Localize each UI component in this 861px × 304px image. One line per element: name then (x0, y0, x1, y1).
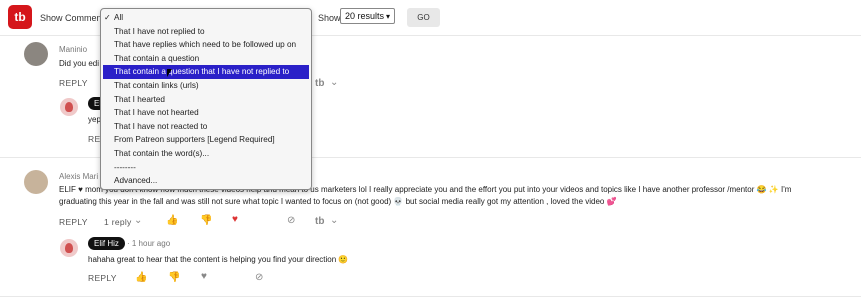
dropdown-option[interactable]: That I have not reacted to (101, 120, 311, 134)
reply-timestamp: · 1 hour ago (127, 239, 171, 248)
thumbs-up-icon[interactable]: 👍 (166, 216, 178, 226)
replies-count-button[interactable]: 1 reply (104, 217, 132, 227)
show-comment-label: Show Comment (40, 13, 105, 23)
thumbs-down-icon[interactable]: 👎 (200, 216, 212, 226)
show-comment-dropdown[interactable]: All That I have not replied to That have… (100, 8, 312, 190)
show-label: Show (318, 13, 341, 23)
dropdown-option-all[interactable]: All (101, 11, 311, 25)
comment-author[interactable]: Alexis Mari (59, 172, 98, 181)
comment-text: Did you edi (59, 59, 100, 68)
reply-button[interactable]: REPLY (59, 217, 88, 227)
avatar[interactable] (60, 239, 78, 257)
dropdown-option[interactable]: That contain the word(s)... (101, 147, 311, 161)
heart-react-icon[interactable]: ♥ (232, 215, 238, 225)
reply-author-badge[interactable]: Elif Hiz (88, 237, 125, 250)
avatar[interactable] (24, 42, 48, 66)
dropdown-option[interactable]: That I have not replied to (101, 25, 311, 39)
comment-author[interactable]: Maninio (59, 45, 87, 54)
dropdown-option-highlighted[interactable]: That contain a question that I have not … (103, 65, 309, 79)
dropdown-option[interactable]: From Patreon supporters [Legend Required… (101, 133, 311, 147)
hide-icon[interactable]: ⊘ (287, 216, 295, 226)
dropdown-option[interactable]: That I have not hearted (101, 106, 311, 120)
divider (0, 296, 861, 297)
reply-text: yep (88, 115, 101, 124)
results-select[interactable]: 20 results ▾ (340, 8, 395, 24)
chevron-down-icon[interactable]: ⌄ (330, 78, 338, 88)
dropdown-option[interactable]: That I hearted (101, 93, 311, 107)
chevron-down-icon[interactable]: ⌄ (134, 216, 142, 226)
dropdown-option[interactable]: That contain links (urls) (101, 79, 311, 93)
dropdown-option[interactable]: That contain a question (101, 52, 311, 66)
avatar[interactable] (24, 170, 48, 194)
thumbs-up-icon[interactable]: 👍 (135, 273, 147, 283)
reply-text: hahaha great to hear that the content is… (88, 255, 349, 264)
avatar[interactable] (60, 98, 78, 116)
hide-icon[interactable]: ⊘ (255, 273, 263, 283)
dropdown-option[interactable]: That have replies which need to be follo… (101, 38, 311, 52)
reply-button[interactable]: REPLY (88, 273, 117, 283)
dropdown-option-advanced[interactable]: Advanced... (101, 174, 311, 188)
chevron-down-icon[interactable]: ⌄ (330, 216, 338, 226)
thumbs-down-icon[interactable]: 👎 (168, 273, 180, 283)
comment-text-line2: graduating this year in the fall and was… (59, 197, 617, 206)
tb-icon[interactable]: tb (315, 217, 324, 227)
results-select-value: 20 results (345, 11, 385, 21)
tb-icon[interactable]: tb (315, 79, 324, 89)
chevron-down-icon: ▾ (385, 11, 390, 21)
tubebuddy-logo[interactable]: tb (8, 5, 32, 29)
mouse-cursor-icon (167, 69, 172, 77)
heart-icon[interactable]: ♥ (201, 272, 207, 282)
reply-button[interactable]: REPLY (59, 78, 88, 88)
go-button[interactable]: GO (407, 8, 440, 27)
dropdown-separator: -------- (114, 162, 136, 172)
